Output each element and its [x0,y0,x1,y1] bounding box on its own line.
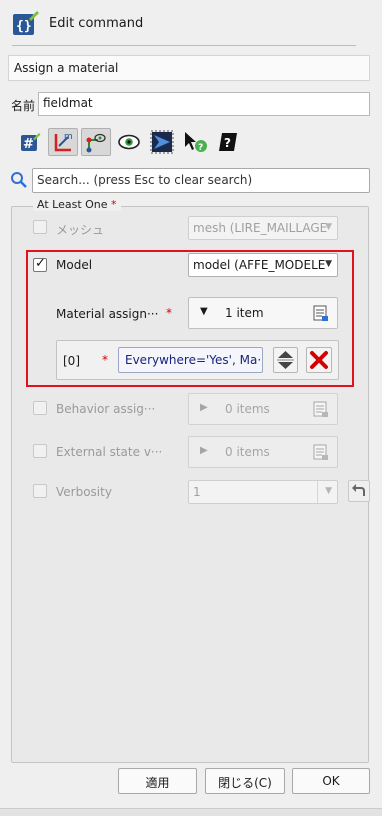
axes-toggle-button[interactable]: m [48,128,78,156]
behavior-list-button[interactable]: ▶ 0 items [188,393,338,425]
expand-arrow-icon: ▶ [200,402,208,413]
highlight-outline [26,250,354,387]
name-label: 名前 [11,99,36,113]
reset-button[interactable] [348,480,370,502]
mesh-combo[interactable]: mesh (LIRE_MAILLAGE ▼ [188,216,338,240]
graph-toggle-button[interactable] [81,128,111,156]
whats-this-button[interactable]: ? [180,128,210,156]
status-strip [0,808,382,816]
svg-text:?: ? [198,143,203,153]
search-icon [9,170,29,190]
chevron-down-icon: ▼ [325,486,332,496]
mesh-label: メッシュ [56,223,105,237]
undo-icon [352,484,365,496]
edit-list-icon [313,444,328,460]
svg-text:m: m [64,132,73,142]
header-divider [12,45,356,46]
external-state-count: 0 items [225,445,270,459]
behavior-label: Behavior assig··· [56,402,156,416]
mesh-combo-value: mesh (LIRE_MAILLAGE [193,221,328,235]
book-icon: ? [219,133,237,151]
dialog-title: Edit command [49,16,144,31]
verbosity-label: Verbosity [56,485,112,499]
expand-arrow-icon: ▶ [200,445,208,456]
command-icon: {} [12,10,40,36]
graph-icon [86,133,106,153]
search-input[interactable]: Search... (press Esc to clear search) [32,168,370,193]
external-state-label: External state v··· [56,445,163,459]
verbosity-value: 1 [193,485,201,499]
edit-list-icon [313,401,328,417]
view-button[interactable] [147,128,177,156]
svg-text:#: # [23,137,34,152]
verbosity-combo[interactable]: 1 ▼ [188,480,338,504]
show-button[interactable] [114,128,144,156]
behavior-count: 0 items [225,402,270,416]
external-state-list-button[interactable]: ▶ 0 items [188,436,338,468]
mesh-checkbox[interactable] [33,220,47,234]
hash-button[interactable]: # [15,128,45,156]
apply-button[interactable]: 適用 [118,768,197,794]
help-button[interactable]: ? [213,128,243,156]
command-description: Assign a material [8,55,370,81]
chevron-down-icon: ▼ [325,222,332,232]
group-title: At Least One * [33,198,121,211]
view-icon [150,130,174,154]
whats-this-icon: ? [185,132,207,153]
svg-text:?: ? [224,136,231,150]
external-state-checkbox[interactable] [33,444,47,458]
name-field[interactable]: fieldmat [38,92,370,116]
hash-icon: # [21,133,41,152]
group-title-text: At Least One [37,198,108,211]
eye-icon [118,134,140,150]
ok-button[interactable]: OK [292,768,370,794]
close-button[interactable]: 閉じる(C) [205,768,285,794]
axes-icon: m [54,132,73,152]
required-mark: * [111,198,117,211]
behavior-checkbox[interactable] [33,401,47,415]
verbosity-checkbox[interactable] [33,484,47,498]
